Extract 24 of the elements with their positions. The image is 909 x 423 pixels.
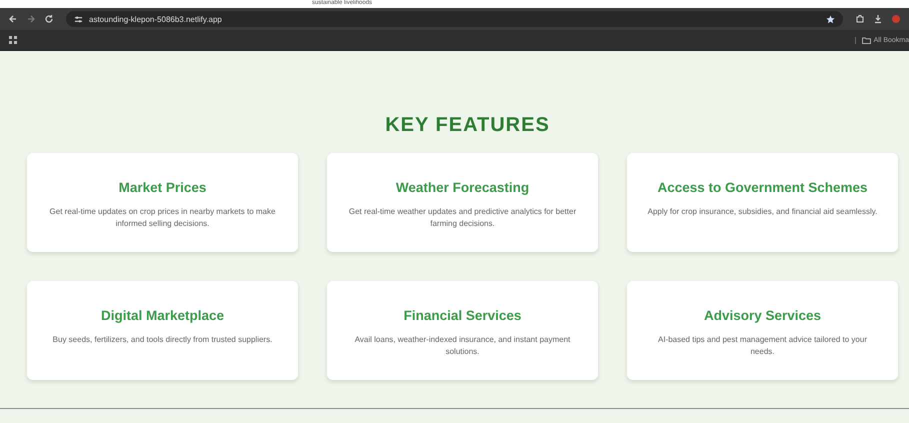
extensions-icon[interactable] bbox=[855, 14, 865, 24]
card-description: Get real-time weather updates and predictive analytics for better farming decisions. bbox=[348, 206, 578, 230]
bookmark-star-icon[interactable] bbox=[826, 14, 835, 24]
download-icon[interactable] bbox=[873, 14, 883, 24]
address-bar[interactable]: astounding-klepon-5086b3.netlify.app bbox=[66, 11, 843, 27]
card-title: Digital Marketplace bbox=[100, 308, 226, 324]
card-title: Access to Government Schemes bbox=[656, 180, 869, 196]
card-title: Advisory Services bbox=[702, 308, 822, 324]
card-description: Buy seeds, fertilizers, and tools directly from trusted suppliers. bbox=[52, 334, 274, 346]
url-text: astounding-klepon-5086b3.netlify.app bbox=[89, 14, 223, 24]
section-heading: KEY FEATURES bbox=[384, 113, 551, 137]
card-description: Apply for crop insurance, subsidies, and financial aid seamlessly. bbox=[646, 206, 878, 218]
card-description: AI-based tips and pest management advice tailored to your needs. bbox=[656, 334, 868, 358]
forward-icon[interactable] bbox=[26, 14, 36, 24]
card-title: Weather Forecasting bbox=[394, 180, 530, 196]
card-description: Get real-time updates on crop prices in nearby markets to make informed selling decisions. bbox=[48, 206, 276, 230]
card-description: Avail loans, weather-indexed insurance, and instant payment solutions. bbox=[354, 334, 572, 358]
folder-icon bbox=[862, 36, 871, 44]
card-title: Market Prices bbox=[118, 180, 208, 196]
card-title: Financial Services bbox=[402, 308, 522, 324]
back-icon[interactable] bbox=[8, 14, 18, 24]
apps-grid-icon[interactable] bbox=[8, 35, 18, 45]
site-settings-icon[interactable] bbox=[74, 14, 83, 24]
reload-icon[interactable] bbox=[44, 14, 54, 24]
